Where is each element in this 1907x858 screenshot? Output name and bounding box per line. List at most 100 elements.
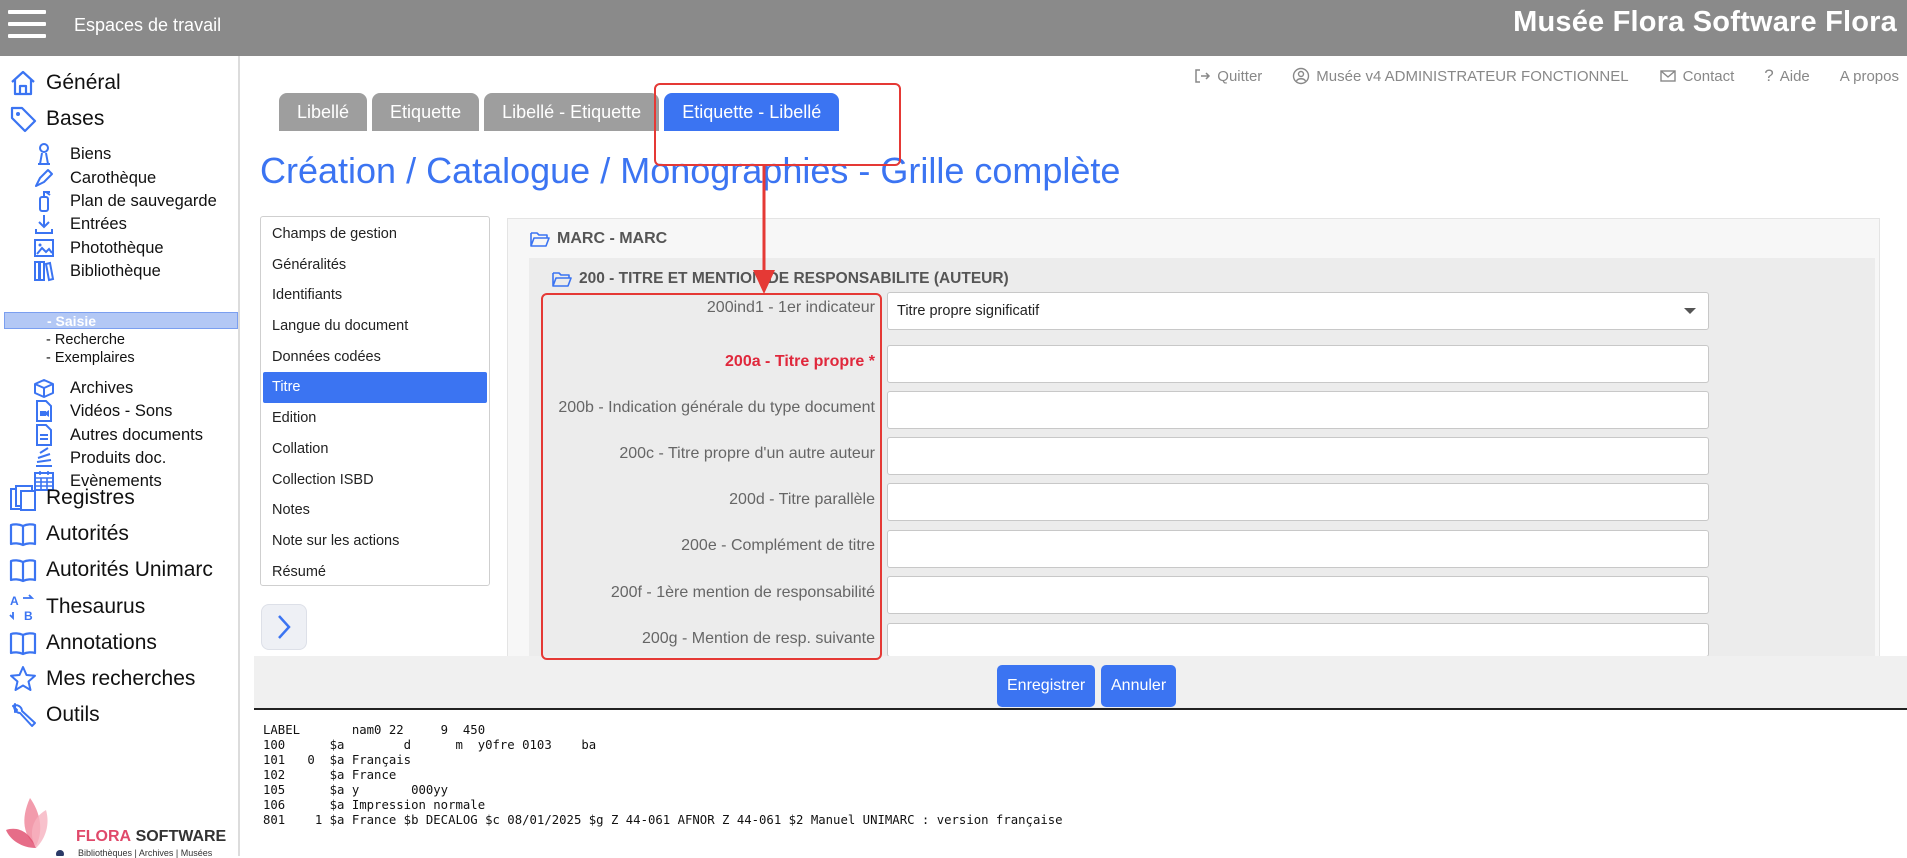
section-collation[interactable]: Collation [263, 434, 487, 465]
nav-produits-doc[interactable]: Produits doc. [32, 446, 166, 470]
preview-line: 102 $a France [263, 768, 397, 782]
svg-text:A: A [10, 594, 19, 608]
nav-thesaurus-label: Thesaurus [46, 595, 146, 618]
books-icon [34, 261, 55, 282]
nav-videos-sons-label: Vidéos - Sons [70, 401, 173, 420]
nav-entrees[interactable]: Entrées [32, 212, 127, 236]
help-link[interactable]: ? Aide [1764, 66, 1810, 86]
section-edition[interactable]: Edition [263, 403, 487, 434]
thesaurus-icon: AB [9, 594, 35, 622]
quit-link[interactable]: Quitter [1193, 66, 1262, 86]
extinguisher-icon [39, 191, 51, 212]
field-200e-input[interactable] [887, 530, 1709, 568]
nav-saisie-label: - Saisie [47, 313, 97, 329]
save-button[interactable]: Enregistrer [997, 665, 1096, 707]
nav-recherche[interactable]: - Recherche [46, 332, 125, 348]
flower-logo-icon [6, 798, 64, 856]
nav-outils[interactable]: Outils [8, 700, 100, 730]
user-link[interactable]: Musée v4 ADMINISTRATEUR FONCTIONNEL [1292, 66, 1629, 86]
nav-bases[interactable]: Bases [8, 104, 104, 134]
section-champs-gestion[interactable]: Champs de gestion [263, 219, 487, 250]
nav-autorites-unimarc[interactable]: Autorités Unimarc [8, 555, 213, 585]
nav-thesaurus[interactable]: AB Thesaurus [8, 592, 145, 622]
video-file-icon [36, 400, 52, 422]
nav-phototheque[interactable]: Photothèque [32, 236, 164, 260]
folder-open-icon [530, 232, 550, 247]
marc-section-label: MARC - MARC [557, 230, 668, 247]
nav-saisie[interactable]: - Saisie [4, 312, 238, 329]
nav-registres[interactable]: Registres [8, 483, 135, 513]
field-200d-input[interactable] [887, 483, 1709, 521]
section-collection-isbd[interactable]: Collection ISBD [263, 465, 487, 496]
highlight-box-tab [654, 83, 901, 166]
help-label: Aide [1779, 67, 1810, 85]
section-note-actions[interactable]: Note sur les actions [263, 526, 487, 557]
nav-carotheque-label: Carothèque [70, 168, 157, 187]
workspaces-link[interactable]: Espaces de travail [74, 15, 221, 36]
field-200g-input[interactable] [887, 623, 1709, 657]
nav-autres-documents[interactable]: Autres documents [32, 423, 203, 447]
field-200b-input[interactable] [887, 391, 1709, 429]
svg-text:B: B [24, 609, 33, 622]
nav-mes-recherches[interactable]: Mes recherches [8, 664, 195, 694]
nav-general[interactable]: Général [8, 68, 121, 98]
contact-link[interactable]: Contact [1659, 66, 1735, 86]
field-200ind1-value: Titre propre significatif [897, 303, 1040, 319]
contact-label: Contact [1682, 67, 1735, 85]
nav-videos-sons[interactable]: Vidéos - Sons [32, 399, 172, 423]
nav-autorites-unimarc-label: Autorités Unimarc [46, 558, 213, 581]
chevron-right-icon [278, 615, 291, 639]
quit-label: Quitter [1217, 67, 1263, 85]
flora-software-logo: FLORA SOFTWARE Bibliothèques | Archives … [6, 796, 236, 858]
sculpture-icon [38, 143, 50, 165]
nav-archives-label: Archives [70, 378, 134, 397]
nav-annotations[interactable]: Annotations [8, 628, 157, 658]
top-menu: Quitter Musée v4 ADMINISTRATEUR FONCTION… [1193, 66, 1899, 86]
preview-line: LABEL nam0 22 9 450 [263, 723, 486, 737]
section-langue[interactable]: Langue du document [263, 311, 487, 342]
preview-line: 101 0 $a Français [263, 753, 412, 767]
nav-outils-label: Outils [46, 703, 100, 726]
preview-line: 100 $a d m y0fre 0103 ba [263, 738, 597, 752]
section-generalites[interactable]: Généralités [263, 250, 487, 281]
top-bar: Espaces de travail Musée Flora Software … [0, 0, 1907, 56]
star-icon [10, 666, 36, 691]
hamburger-menu-icon[interactable] [8, 10, 46, 40]
user-icon [1293, 67, 1310, 85]
nav-plan-sauvegarde-label: Plan de sauvegarde [70, 191, 217, 210]
logo-brand: FLORA SOFTWARE [76, 828, 227, 845]
section-resume[interactable]: Résumé [263, 557, 487, 588]
section-notes[interactable]: Notes [263, 495, 487, 526]
nav-mes-recherches-label: Mes recherches [46, 667, 196, 690]
nav-archives[interactable]: Archives [32, 376, 133, 400]
field-200a-input[interactable] [887, 345, 1709, 383]
field-200f-input[interactable] [887, 576, 1709, 614]
tag-icon [10, 106, 37, 133]
field-200c-input[interactable] [887, 437, 1709, 475]
section-titre[interactable]: Titre [263, 372, 487, 404]
about-label: A propos [1839, 67, 1899, 85]
nav-carotheque[interactable]: Carothèque [32, 166, 156, 190]
tab-libelle[interactable]: Libellé [279, 93, 368, 131]
tab-etiquette[interactable]: Etiquette [372, 93, 480, 131]
nav-exemplaires[interactable]: - Exemplaires [46, 350, 135, 366]
nav-autorites[interactable]: Autorités [8, 519, 129, 549]
marc-section-header[interactable]: MARC - MARC [530, 230, 667, 248]
box-icon [34, 379, 54, 398]
cancel-button[interactable]: Annuler [1101, 665, 1177, 707]
section-identifiants[interactable]: Identifiants [263, 280, 487, 311]
next-section-button[interactable] [261, 604, 307, 650]
marc-preview: LABEL nam0 22 9 450 100 $a d m y0fre 010… [263, 723, 1063, 828]
document-icon [36, 424, 52, 446]
about-link[interactable]: A propos [1840, 66, 1899, 86]
image-icon [34, 239, 54, 257]
nav-bibliotheque[interactable]: Bibliothèque [32, 259, 161, 283]
envelope-icon [1659, 70, 1676, 82]
field-200ind1-select[interactable]: Titre propre significatif [887, 292, 1709, 330]
tab-libelle-etiquette[interactable]: Libellé - Etiquette [484, 93, 660, 131]
app-title: Musée Flora Software Flora [1513, 6, 1897, 38]
preview-line: 105 $a y 000yy [263, 783, 449, 797]
section-donnees-codees[interactable]: Données codées [263, 342, 487, 373]
nav-biens[interactable]: Biens [32, 142, 111, 166]
nav-plan-sauvegarde[interactable]: Plan de sauvegarde [32, 189, 217, 213]
